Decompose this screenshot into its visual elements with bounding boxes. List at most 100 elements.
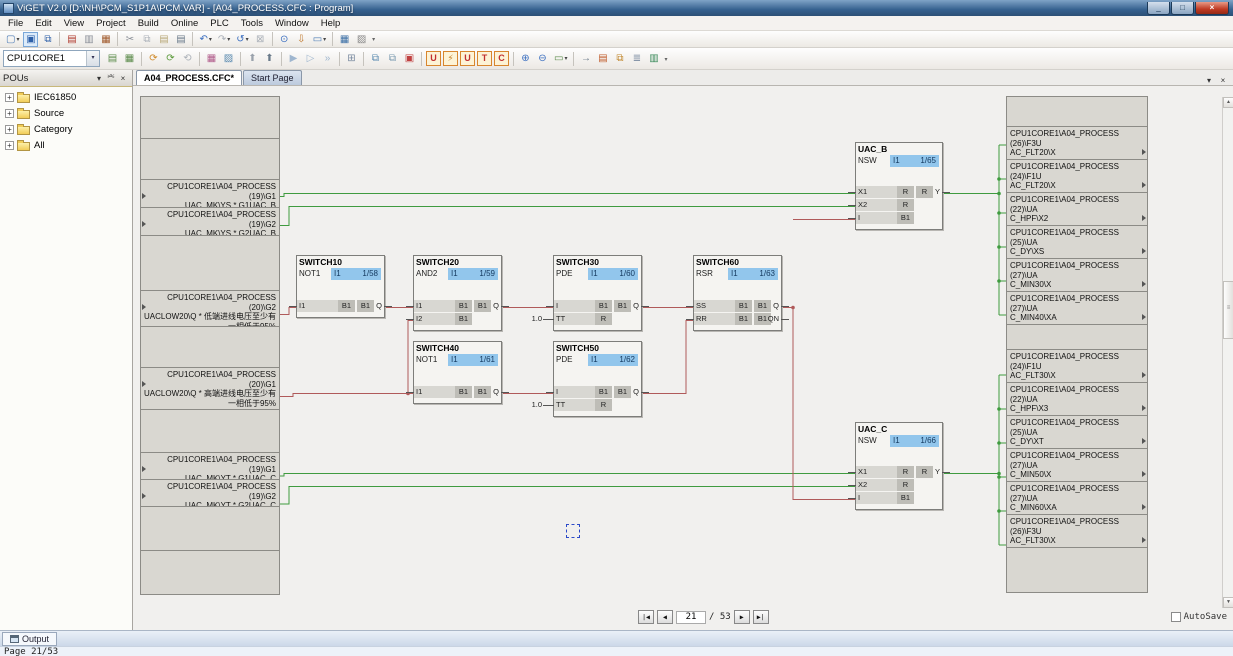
zoom-out-icon[interactable]: ⊖ (535, 51, 550, 66)
hardware-view-icon[interactable]: ▨ (354, 32, 369, 47)
page-setup-icon[interactable]: ▥ (81, 32, 96, 47)
menu-view[interactable]: View (58, 16, 90, 31)
connector-source[interactable]: CPU1CORE1\A04_PROCESS (19)\G2UAC_MK\YT *… (140, 479, 280, 507)
expand-icon[interactable]: + (5, 109, 14, 118)
function-block-uac_c[interactable]: UAC_C NSW I11/66 X1RRYX2RIB1 (855, 422, 943, 510)
block-selection[interactable]: I11/62 (588, 354, 638, 366)
input-pin[interactable]: SS (694, 301, 706, 310)
instance-list-icon[interactable]: ⧉ (385, 51, 400, 66)
cpu-select[interactable]: CPU1CORE1 ▾ (3, 50, 100, 67)
close-icon[interactable]: × (117, 74, 129, 83)
wire[interactable] (280, 394, 413, 397)
function-block-uac_b[interactable]: UAC_B NSW I11/65 X1RRYX2RIB1 (855, 142, 943, 230)
input-pin[interactable]: I1 (414, 301, 422, 310)
input-pin[interactable]: I (554, 301, 558, 310)
scroll-down-icon[interactable]: ▼ (1223, 597, 1233, 608)
panel-menu-icon[interactable]: ▾ (93, 74, 105, 83)
input-pin[interactable]: X1 (856, 187, 867, 196)
expand-icon[interactable]: + (5, 93, 14, 102)
menu-project[interactable]: Project (90, 16, 132, 31)
download-icon[interactable]: ⟳ (146, 51, 161, 66)
scroll-up-icon[interactable]: ▲ (1223, 97, 1233, 108)
build-icon[interactable]: ▤ (105, 51, 120, 66)
page-manager-icon[interactable]: ▤ (595, 51, 610, 66)
tab-start-page[interactable]: Start Page (243, 70, 302, 85)
connector-source[interactable]: CPU1CORE1\A04_PROCESS (19)\G2UAC_MK\YS *… (140, 207, 280, 236)
connector-sink[interactable]: CPU1CORE1\A04_PROCESS (26)\F3UAC_FLT20\X (1006, 126, 1148, 160)
output-pin[interactable]: Q (773, 300, 779, 312)
tab-output[interactable]: Output (2, 632, 57, 646)
export-pdf-icon[interactable]: ▤ (64, 32, 79, 47)
tab-a04-process-cfc-[interactable]: A04_PROCESS.CFC* (136, 70, 242, 85)
save-icon[interactable]: ▣ (23, 32, 38, 47)
connector-source[interactable]: CPU1CORE1\A04_PROCESS (20)\G1UACLOW20\Q … (140, 367, 280, 410)
watch-c-icon[interactable]: C (494, 51, 509, 66)
maximize-button[interactable]: □ (1171, 2, 1194, 15)
expand-icon[interactable]: + (5, 141, 14, 150)
wire[interactable] (280, 207, 855, 226)
step-icon[interactable]: ▷ (303, 51, 318, 66)
input-pin[interactable]: I1 (297, 301, 305, 310)
connector-sink[interactable]: CPU1CORE1\A04_PROCESS (27)\UAC_MIN40\XA (1006, 291, 1148, 325)
revert-icon[interactable]: ↺▾ (234, 32, 250, 47)
copy-icon[interactable]: ⧉ (139, 32, 154, 47)
clear-icon[interactable]: ⊠ (253, 32, 268, 47)
toolbar-overflow-icon[interactable]: ▾ (664, 56, 667, 63)
sync-icon[interactable]: ⟲ (180, 51, 195, 66)
save-all-icon[interactable]: ⧉ (40, 32, 55, 47)
wire[interactable] (782, 308, 855, 500)
compare-icon[interactable]: ▦ (204, 51, 219, 66)
menu-help[interactable]: Help (315, 16, 347, 31)
input-pin[interactable]: TT (554, 400, 565, 409)
page-overview-icon[interactable]: ⧉ (612, 51, 627, 66)
new-file-icon[interactable]: ▢▾ (4, 32, 21, 47)
next-page-button[interactable]: ▶ (734, 610, 750, 624)
connector-sink[interactable]: CPU1CORE1\A04_PROCESS (25)\UAC_DY\XT (1006, 415, 1148, 449)
block-selection[interactable]: I11/66 (890, 435, 939, 447)
autosave-checkbox[interactable] (1171, 612, 1181, 622)
output-pin[interactable]: Y (935, 466, 940, 478)
connector-source[interactable]: CPU1CORE1\A04_PROCESS (19)\G1UAC_MK\YT *… (140, 452, 280, 480)
menu-build[interactable]: Build (132, 16, 165, 31)
wire[interactable] (280, 194, 855, 197)
wire[interactable] (280, 474, 855, 477)
step-over-icon[interactable]: » (320, 51, 335, 66)
output-pin[interactable]: Q (376, 300, 382, 312)
function-block-switch20[interactable]: SWITCH20 AND2 I11/59 I1B1B1QI2B1 (413, 255, 502, 331)
commit-icon[interactable]: ⬆ (262, 51, 277, 66)
connector-sink[interactable]: CPU1CORE1\A04_PROCESS (27)\UAC_MIN50\X (1006, 448, 1148, 482)
scrollbar-thumb[interactable]: ≡ (1223, 281, 1233, 339)
input-pin[interactable]: I2 (414, 314, 422, 323)
output-pin[interactable]: Y (935, 186, 940, 198)
page-number-input[interactable] (676, 611, 706, 624)
redo-icon[interactable]: ↷▾ (216, 32, 232, 47)
prev-page-button[interactable]: ◀ (657, 610, 673, 624)
watch-connect-icon[interactable]: ⚡ (443, 51, 458, 66)
menu-file[interactable]: File (2, 16, 29, 31)
menu-tools[interactable]: Tools (235, 16, 269, 31)
archive-icon[interactable]: ▦ (98, 32, 113, 47)
list-view-icon[interactable]: ≣ (629, 51, 644, 66)
connector-sink[interactable]: CPU1CORE1\A04_PROCESS (24)\F1UAC_FLT30\X (1006, 349, 1148, 383)
zoom-fit-icon[interactable]: ▭▾ (552, 51, 569, 66)
connector-source[interactable]: CPU1CORE1\A04_PROCESS (19)\G1UAC_MK\YS *… (140, 179, 280, 208)
function-block-switch10[interactable]: SWITCH10 NOT1 I11/58 I1B1B1Q (296, 255, 385, 318)
cross-ref-icon[interactable]: ▥ (646, 51, 661, 66)
cut-icon[interactable]: ✂ (122, 32, 137, 47)
function-block-switch60[interactable]: SWITCH60 RSR I11/63 SSB1B1QRRB1B1QN (693, 255, 782, 331)
tab-scroll-icon[interactable]: ▾ (1202, 76, 1216, 85)
output-pin[interactable]: Q (493, 386, 499, 398)
block-selection[interactable]: I11/58 (331, 268, 381, 280)
watch-t-icon[interactable]: T (477, 51, 492, 66)
connector-sink[interactable]: CPU1CORE1\A04_PROCESS (22)\UAC_HPF\X2 (1006, 192, 1148, 226)
menu-edit[interactable]: Edit (29, 16, 57, 31)
status-display-icon[interactable]: ▣ (402, 51, 417, 66)
output-pin[interactable]: Q (493, 300, 499, 312)
function-block-switch50[interactable]: SWITCH50 PDE I11/62 IB1B1Q1.0TTR (553, 341, 642, 417)
connector-sink[interactable]: CPU1CORE1\A04_PROCESS (24)\F1UAC_FLT20\X (1006, 159, 1148, 193)
sidebar-item-category[interactable]: + Category (0, 121, 132, 137)
function-block-switch30[interactable]: SWITCH30 PDE I11/60 IB1B1Q1.0TTR (553, 255, 642, 331)
tab-close-icon[interactable]: × (1216, 76, 1230, 85)
paste-icon[interactable]: ▤ (156, 32, 171, 47)
sidebar-item-iec61850[interactable]: + IEC61850 (0, 89, 132, 105)
